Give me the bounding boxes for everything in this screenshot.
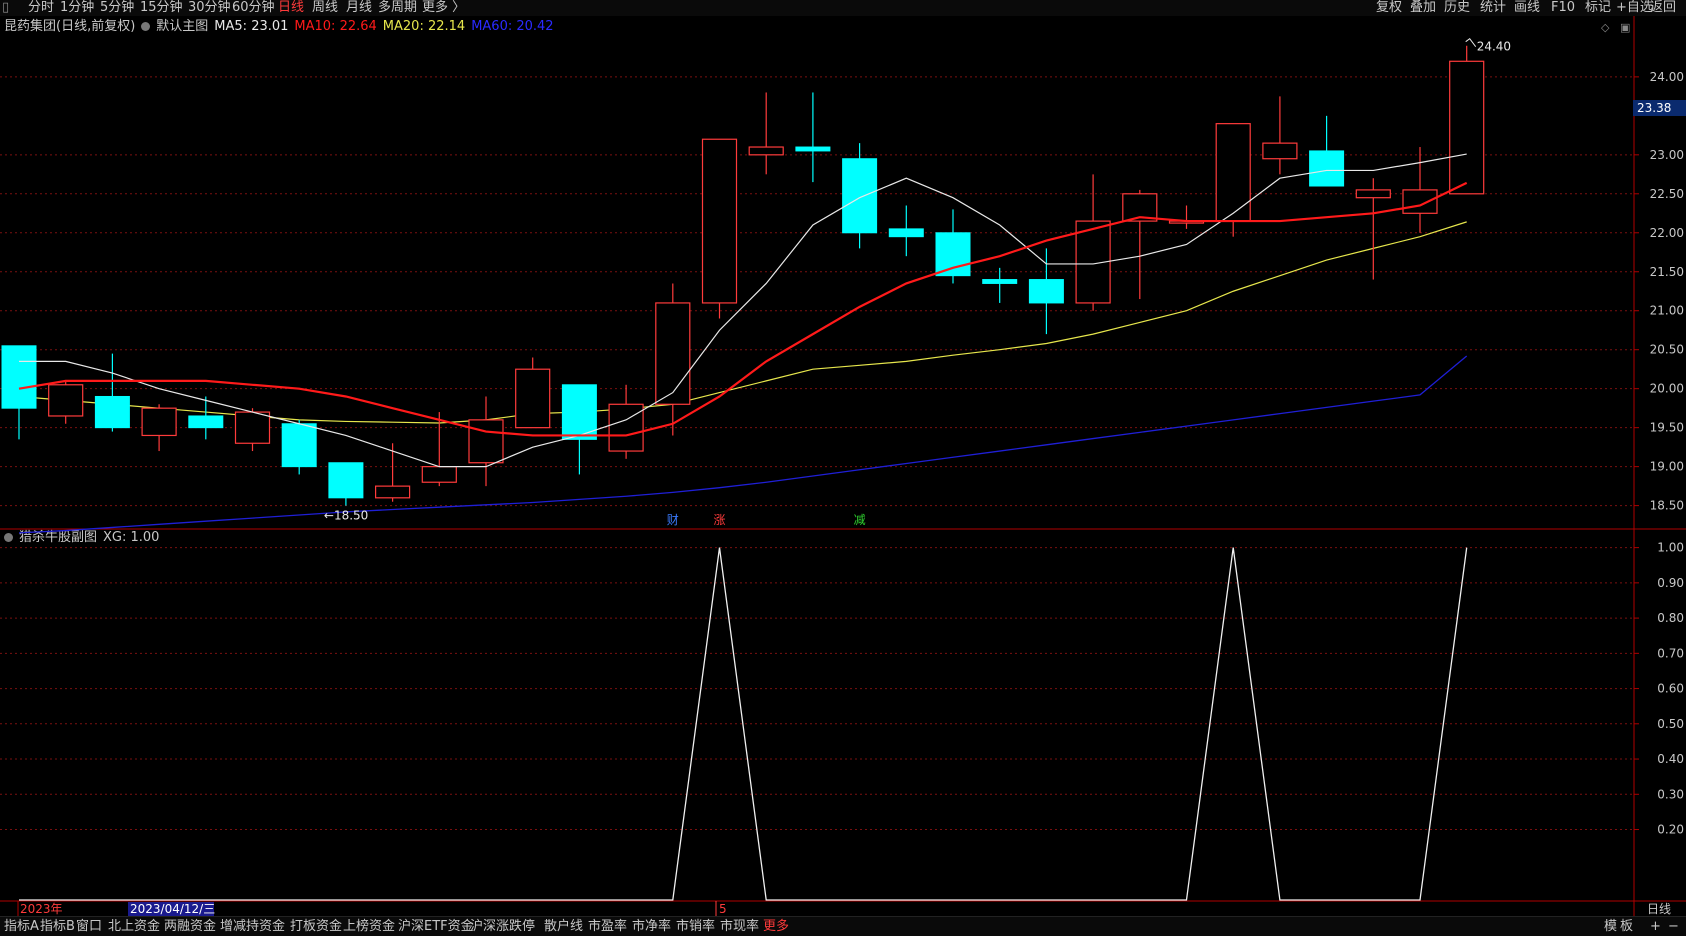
xg-tick-label: 0.70 bbox=[1657, 646, 1684, 660]
price-tick-label: 19.00 bbox=[1650, 460, 1684, 474]
bottom-tab-7[interactable]: 上榜资金 bbox=[343, 918, 395, 935]
current-price-tag: 23.38 bbox=[1633, 100, 1686, 116]
window-icon: ▣ bbox=[1620, 21, 1630, 34]
price-tick-label: 21.50 bbox=[1650, 265, 1684, 279]
candle-body bbox=[48, 384, 84, 417]
candle-body bbox=[141, 407, 177, 437]
candle-body bbox=[375, 485, 411, 499]
xg-tick-label: 0.80 bbox=[1657, 611, 1684, 625]
candle-body bbox=[281, 423, 317, 468]
bottom-tab-2[interactable]: 窗口 bbox=[76, 918, 102, 935]
bottom-tab-10[interactable]: 散户线 bbox=[544, 918, 583, 935]
candle-body bbox=[234, 411, 271, 444]
bottom-tab-6[interactable]: 打板资金 bbox=[290, 918, 342, 935]
candle-body bbox=[188, 415, 224, 429]
candle-body bbox=[748, 146, 784, 156]
bottom-tab-9[interactable]: 沪深涨跌停 bbox=[470, 918, 535, 935]
xg-tick-label: 0.90 bbox=[1657, 576, 1684, 590]
event-marker: 减 bbox=[854, 513, 866, 527]
cursor-date: 2023/04/12/三 bbox=[130, 902, 215, 916]
bottom-tab-1[interactable]: 指标B bbox=[40, 918, 75, 935]
high-price-annotation: 24.40 bbox=[1477, 40, 1511, 54]
candle-body bbox=[935, 232, 971, 277]
bottom-tab-0[interactable]: 指标A bbox=[4, 918, 39, 935]
bottom-tab-12[interactable]: 市净率 bbox=[632, 918, 671, 935]
candle-body bbox=[888, 228, 924, 238]
price-tick-label: 20.50 bbox=[1650, 343, 1684, 357]
ma20-line bbox=[18, 221, 1467, 424]
candle-body bbox=[1402, 189, 1438, 214]
candle-body bbox=[608, 403, 644, 452]
xg-tick-label: 0.20 bbox=[1657, 823, 1684, 837]
price-tick-label: 24.00 bbox=[1650, 70, 1684, 84]
candle-body bbox=[982, 279, 1018, 284]
candle-body bbox=[94, 395, 130, 429]
xg-tick-label: 0.60 bbox=[1657, 682, 1684, 696]
bottom-right-button-3[interactable]: − bbox=[1668, 918, 1679, 935]
price-tick-label: 22.50 bbox=[1650, 187, 1684, 201]
bottom-right-button-1[interactable]: 板 bbox=[1620, 918, 1633, 935]
candle-body bbox=[1215, 123, 1251, 222]
bottom-tab-11[interactable]: 市盈率 bbox=[588, 918, 627, 935]
candle-body bbox=[515, 368, 551, 429]
candle-body bbox=[1309, 150, 1345, 187]
candle-body bbox=[1028, 279, 1064, 304]
ma10-line bbox=[18, 181, 1468, 437]
candle-body bbox=[421, 466, 457, 483]
chart-canvas[interactable]: 18.50 19.00 19.50 20.00 20.50 21.00 21.50 22.00… bbox=[0, 0, 1686, 935]
year-label: 2023年 bbox=[20, 902, 63, 916]
price-tick-label: 22.00 bbox=[1650, 226, 1684, 240]
xg-tick-label: 0.50 bbox=[1657, 717, 1684, 731]
low-price-annotation: ←18.50 bbox=[324, 509, 368, 523]
bottom-tab-15[interactable]: 更多 bbox=[763, 918, 789, 935]
price-tick-label: 20.00 bbox=[1650, 382, 1684, 396]
candle-body bbox=[1449, 60, 1485, 195]
bottom-tab-3[interactable]: 北上资金 bbox=[108, 918, 160, 935]
bottom-tab-5[interactable]: 增减持资金 bbox=[220, 918, 285, 935]
candle-body bbox=[1355, 189, 1391, 199]
xg-tick-label: 1.00 bbox=[1657, 541, 1684, 555]
candle-body bbox=[468, 419, 504, 464]
price-tick-label: 23.00 bbox=[1650, 148, 1684, 162]
candle-body bbox=[701, 138, 738, 304]
bottom-tab-4[interactable]: 两融资金 bbox=[164, 918, 216, 935]
candle-body bbox=[655, 302, 691, 405]
bottom-tab-14[interactable]: 市现率 bbox=[720, 918, 759, 935]
price-tick-label: 19.50 bbox=[1650, 421, 1684, 435]
candle-body bbox=[842, 158, 878, 234]
bottom-right-button-0[interactable]: 模 bbox=[1604, 918, 1617, 935]
xg-tick-label: 0.40 bbox=[1657, 752, 1684, 766]
bottom-tab-13[interactable]: 市销率 bbox=[676, 918, 715, 935]
candle-body bbox=[795, 146, 831, 152]
price-tick-label: 21.00 bbox=[1650, 304, 1684, 318]
xg-tick-label: 0.30 bbox=[1657, 787, 1684, 801]
diamond-icon: ◇ bbox=[1601, 21, 1610, 34]
high-price-pointer bbox=[1465, 37, 1477, 47]
event-marker: 财 bbox=[667, 513, 679, 527]
period-label: 日线 bbox=[1647, 902, 1671, 916]
month-label: 5 bbox=[719, 902, 727, 916]
event-marker: 涨 bbox=[713, 512, 725, 527]
bottom-right-button-2[interactable]: + bbox=[1650, 918, 1661, 935]
candle-body bbox=[1, 345, 37, 409]
bottom-tab-8[interactable]: 沪深ETF资金 bbox=[398, 918, 474, 935]
price-tick-label: 18.50 bbox=[1650, 499, 1684, 513]
candle-body bbox=[1262, 142, 1298, 160]
bottom-indicator-tabs: 指标A 指标B 窗口 北上资金 两融资金 增减持资金 打板资金 上榜资金 沪深ETF资金 沪深涨跌… bbox=[0, 916, 1686, 936]
candle-body bbox=[328, 462, 364, 499]
